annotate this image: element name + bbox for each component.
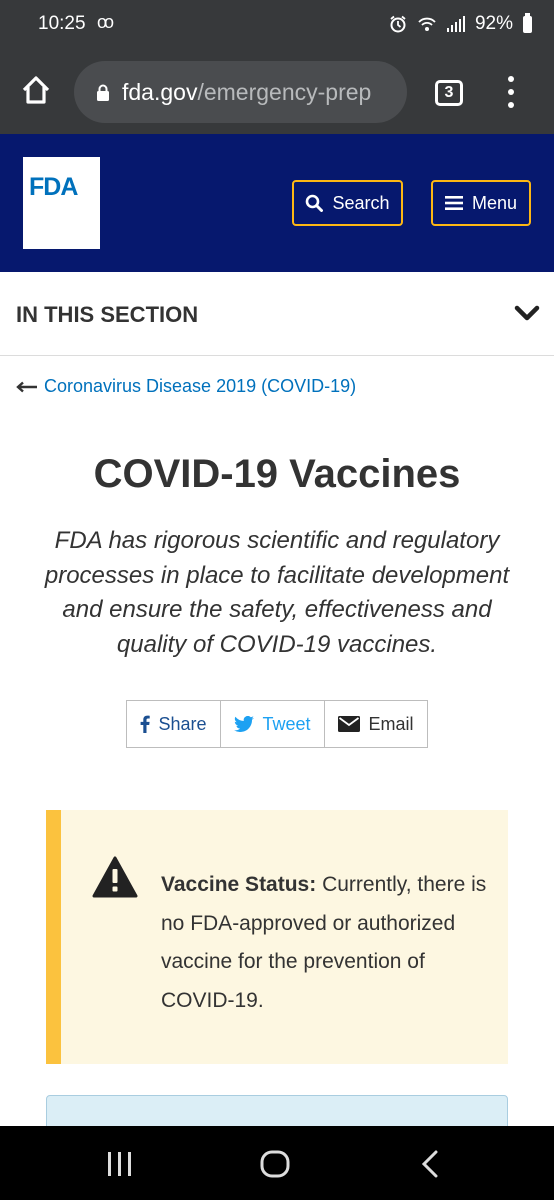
tweet-button[interactable]: Tweet — [221, 701, 325, 747]
email-label: Email — [368, 713, 414, 734]
fda-logo-text: FDA — [29, 173, 78, 201]
warning-icon — [92, 856, 138, 898]
vaccine-status-alert: Vaccine Status: Currently, there is no F… — [46, 810, 508, 1064]
facebook-icon — [141, 715, 151, 733]
status-icons: 92% — [389, 12, 532, 35]
search-button[interactable]: Search — [292, 180, 403, 226]
url-host: fda.gov — [122, 78, 198, 105]
alarm-icon — [390, 15, 406, 33]
search-icon — [306, 194, 324, 212]
breadcrumb[interactable]: Coronavirus Disease 2019 (COVID-19) — [16, 376, 356, 397]
envelope-icon — [338, 716, 361, 732]
battery-icon — [523, 12, 532, 33]
arrow-left-icon — [16, 381, 37, 392]
site-header: FDA Search Menu — [0, 134, 554, 272]
section-label: IN THIS SECTION — [16, 302, 199, 327]
tweet-label: Tweet — [262, 713, 311, 734]
alert-heading: Vaccine Status: — [161, 873, 317, 896]
browser-toolbar: fda.gov/emergency-prep 3 — [0, 50, 554, 134]
status-time: 10:25 — [38, 13, 86, 34]
alert-message: Vaccine Status: Currently, there is no F… — [161, 866, 501, 1020]
share-facebook-button[interactable]: Share — [127, 701, 221, 747]
battery-percent: 92% — [474, 13, 513, 34]
more-options-icon[interactable] — [507, 76, 515, 108]
tab-switcher-button[interactable]: 3 — [435, 80, 463, 106]
url-path: /emergency-prep — [197, 78, 372, 105]
breadcrumb-link[interactable]: Coronavirus Disease 2019 (COVID-19) — [44, 376, 356, 397]
lock-icon — [97, 84, 109, 101]
recent-apps-icon[interactable] — [107, 1151, 133, 1177]
lead-paragraph: FDA has rigorous scientific and regulato… — [44, 527, 510, 658]
android-nav-bar — [0, 1126, 554, 1200]
hamburger-icon — [444, 196, 463, 210]
address-bar[interactable]: fda.gov/emergency-prep — [74, 61, 407, 123]
email-button[interactable]: Email — [325, 701, 427, 747]
menu-label: Menu — [471, 192, 518, 213]
share-label: Share — [158, 713, 207, 734]
wifi-calling-icon — [418, 17, 436, 31]
status-bar: 10:25 oo 92% — [0, 0, 554, 50]
page-title: COVID-19 Vaccines — [93, 452, 461, 496]
twitter-icon — [234, 716, 255, 732]
fda-logo[interactable]: FDA — [23, 157, 100, 249]
search-label: Search — [332, 192, 390, 213]
in-this-section-toggle[interactable]: IN THIS SECTION — [0, 272, 554, 356]
menu-button[interactable]: Menu — [431, 180, 531, 226]
signal-icon — [446, 16, 465, 32]
share-buttons: Share Tweet Email — [126, 700, 428, 748]
chevron-down-icon — [514, 305, 540, 321]
voicemail-icon: oo — [97, 12, 114, 32]
home-icon[interactable] — [20, 74, 52, 106]
back-icon[interactable] — [421, 1150, 439, 1178]
home-nav-icon[interactable] — [260, 1150, 290, 1178]
